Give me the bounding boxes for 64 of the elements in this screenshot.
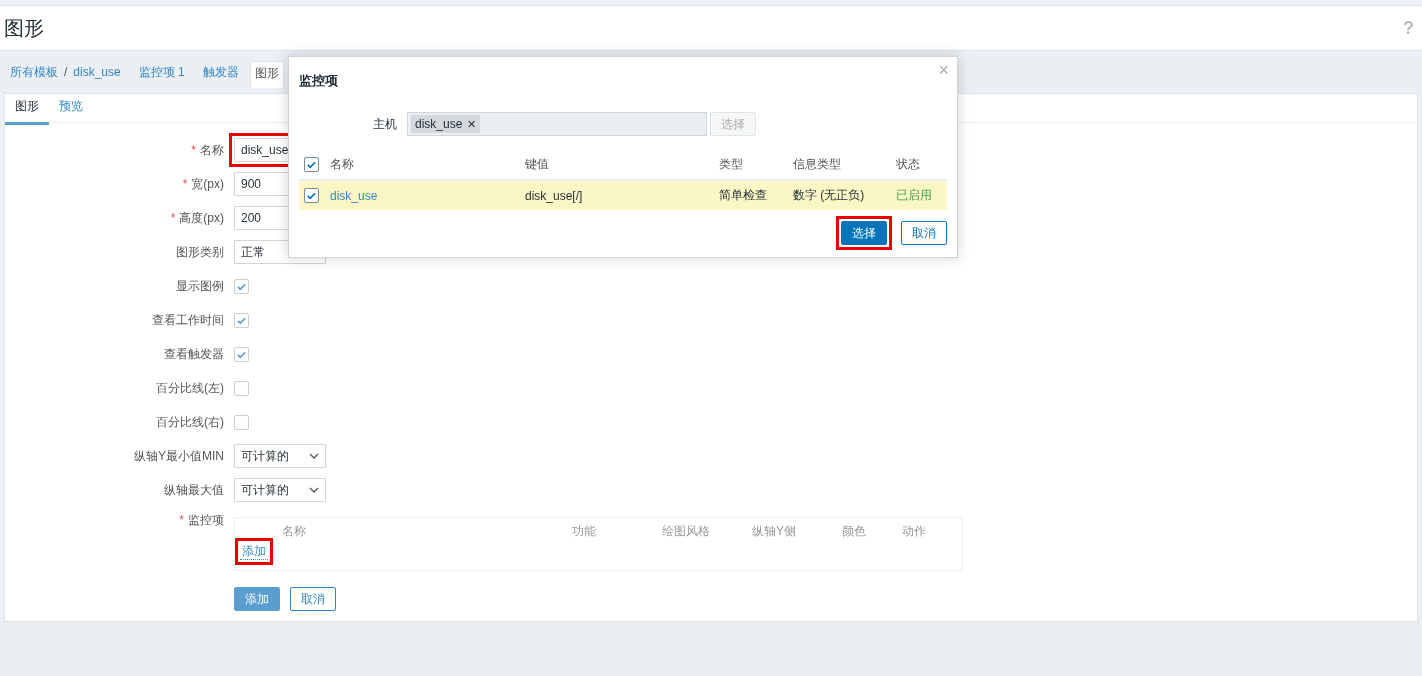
add-link[interactable]: 添加 [240, 543, 268, 560]
table-row[interactable]: disk_use disk_use[/] 简单检查 数字 (无正负) 已启用 [299, 181, 947, 210]
page-title: 图形 [4, 15, 44, 41]
field-label: 纵轴Y最小值MIN [134, 448, 224, 463]
field-label: 监控项 [188, 513, 224, 527]
column-header: 颜色 [842, 523, 867, 540]
field-label: 高度(px) [179, 210, 224, 225]
breadcrumb-link[interactable]: 所有模板 [10, 63, 58, 81]
add-button[interactable]: 添加 [234, 587, 280, 611]
checkbox[interactable] [234, 380, 249, 396]
column-header: 状态 [896, 155, 921, 173]
dropdown[interactable]: 可计算的 [234, 444, 326, 468]
field-label: 名称 [200, 142, 224, 157]
table-cell-text: disk_use[/] [525, 188, 584, 203]
table-cell-text: 简单检查 [719, 187, 768, 204]
status-text: 已启用 [896, 187, 933, 204]
select-button[interactable]: 选择 [841, 221, 887, 245]
remove-icon[interactable]: ✕ [467, 117, 477, 131]
required-mark: * [182, 176, 188, 191]
table-cell-text: 数字 (无正负) [793, 187, 866, 204]
field-label: 查看工作时间 [152, 312, 224, 327]
field-label: 显示图例 [176, 278, 224, 293]
checkbox[interactable] [234, 346, 249, 362]
checkbox[interactable] [304, 156, 319, 172]
cancel-button[interactable]: 取消 [901, 221, 947, 245]
breadcrumb-link[interactable]: 监控项 1 [138, 63, 185, 81]
breadcrumb-link[interactable]: disk_use [73, 65, 121, 79]
column-header: 纵轴Y侧 [752, 523, 797, 540]
column-header: 功能 [572, 523, 597, 540]
field-label: 宽(px) [191, 176, 224, 191]
column-header: 信息类型 [793, 155, 842, 173]
checkbox[interactable] [234, 312, 249, 328]
dialog-title: 监控项 [299, 72, 338, 90]
column-header: 类型 [719, 155, 744, 173]
field-label: 百分比线(右) [156, 414, 224, 429]
dropdown[interactable]: 可计算的 [234, 478, 326, 502]
tab[interactable]: 预览 [49, 94, 93, 125]
host-field[interactable]: disk_use ✕ [407, 112, 707, 136]
chevron-icon [309, 453, 319, 459]
field-label: 百分比线(左) [156, 380, 224, 395]
required-mark: * [179, 513, 184, 527]
column-header: 绘图风格 [662, 523, 711, 540]
tag-label: disk_use [415, 117, 463, 131]
checkbox[interactable] [234, 414, 249, 430]
field-label: 纵轴最大值 [164, 482, 224, 497]
tab[interactable]: 图形 [5, 94, 49, 125]
checkbox[interactable] [304, 188, 319, 203]
field-label: 图形类别 [176, 244, 224, 259]
item-link[interactable]: disk_use [330, 188, 525, 203]
column-header: 名称 [282, 523, 307, 540]
column-header: 名称 [330, 155, 355, 173]
breadcrumb-separator: / [64, 65, 68, 79]
required-mark: * [170, 210, 176, 225]
checkbox[interactable] [234, 278, 249, 294]
breadcrumb-link[interactable]: 触发器 [202, 63, 239, 81]
required-mark: * [191, 142, 196, 157]
chevron-icon [309, 487, 319, 493]
column-header: 键值 [525, 155, 550, 173]
field-label: 查看触发器 [164, 346, 224, 361]
check-icon [306, 190, 317, 201]
breadcrumb-tab[interactable]: 图形 [249, 60, 284, 88]
field-label: 主机 [372, 115, 398, 133]
column-header: 动作 [902, 523, 927, 540]
cancel-button[interactable]: 取消 [290, 587, 336, 611]
